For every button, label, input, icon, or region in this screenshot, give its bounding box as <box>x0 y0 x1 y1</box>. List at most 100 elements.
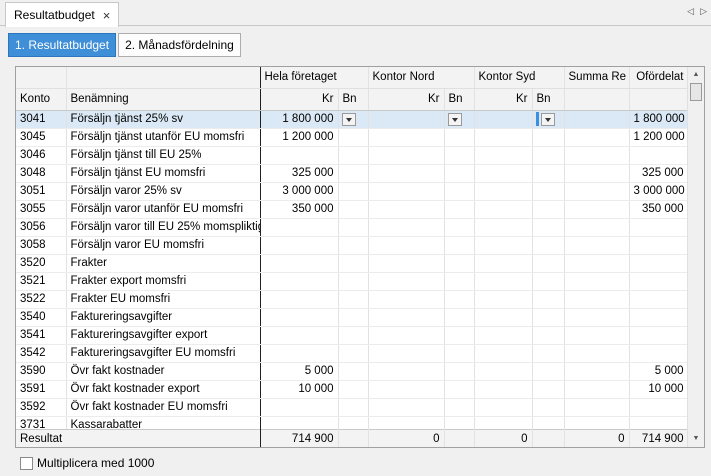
cell-nord-bn[interactable] <box>444 128 475 147</box>
cell-syd-kr[interactable] <box>474 290 533 309</box>
chevron-down-icon[interactable] <box>540 112 555 126</box>
cell-benamning[interactable]: Övr fakt kostnader EU momsfri <box>66 398 261 417</box>
chevron-down-icon[interactable] <box>341 112 356 126</box>
cell-summa[interactable] <box>564 398 630 417</box>
cell-hela-kr[interactable] <box>260 254 339 273</box>
cell-ofordelat[interactable]: 350 000 <box>629 200 689 219</box>
table-row[interactable]: 3058 Försäljn varor EU momsfri <box>16 236 689 255</box>
cell-nord-bn[interactable] <box>444 182 475 201</box>
cell-konto[interactable]: 3522 <box>16 290 67 309</box>
cell-syd-bn[interactable] <box>532 290 565 309</box>
cell-syd-kr[interactable] <box>474 236 533 255</box>
cell-syd-kr[interactable] <box>474 164 533 183</box>
cell-syd-kr[interactable] <box>474 326 533 345</box>
cell-syd-bn[interactable] <box>532 182 565 201</box>
cell-syd-bn[interactable] <box>532 236 565 255</box>
cell-nord-kr[interactable] <box>368 128 445 147</box>
cell-benamning[interactable]: Försäljn tjänst utanför EU momsfri <box>66 128 261 147</box>
cell-hela-bn[interactable] <box>338 272 369 291</box>
cell-nord-kr[interactable] <box>368 344 445 363</box>
cell-hela-bn[interactable] <box>338 308 369 327</box>
cell-nord-kr[interactable] <box>368 398 445 417</box>
cell-ofordelat[interactable] <box>629 254 689 273</box>
cell-nord-bn[interactable] <box>444 272 475 291</box>
cell-summa[interactable] <box>564 182 630 201</box>
cell-hela-kr[interactable] <box>260 398 339 417</box>
cell-hela-bn[interactable] <box>338 182 369 201</box>
cell-syd-bn[interactable] <box>532 272 565 291</box>
cell-syd-kr[interactable] <box>474 146 533 165</box>
cell-summa[interactable] <box>564 272 630 291</box>
cell-konto[interactable]: 3048 <box>16 164 67 183</box>
step-manadsfordelning-button[interactable]: 2. Månadsfördelning <box>118 33 241 57</box>
cell-konto[interactable]: 3591 <box>16 380 67 399</box>
cell-ofordelat[interactable]: 1 800 000 <box>629 110 689 129</box>
cell-benamning[interactable]: Frakter EU momsfri <box>66 290 261 309</box>
cell-hela-bn[interactable] <box>338 110 369 129</box>
cell-hela-bn[interactable] <box>338 344 369 363</box>
cell-syd-kr[interactable] <box>474 200 533 219</box>
cell-hela-kr[interactable] <box>260 272 339 291</box>
table-row[interactable]: 3590 Övr fakt kostnader 5 000 5 000 <box>16 362 689 381</box>
cell-konto[interactable]: 3055 <box>16 200 67 219</box>
scroll-down-icon[interactable]: ▼ <box>688 432 704 446</box>
table-row[interactable]: 3048 Försäljn tjänst EU momsfri 325 000 325… <box>16 164 689 183</box>
cell-summa[interactable] <box>564 146 630 165</box>
cell-konto[interactable]: 3058 <box>16 236 67 255</box>
cell-summa[interactable] <box>564 218 630 237</box>
cell-konto[interactable]: 3045 <box>16 128 67 147</box>
cell-ofordelat[interactable] <box>629 308 689 327</box>
close-icon[interactable]: × <box>103 9 111 22</box>
cell-syd-kr[interactable] <box>474 182 533 201</box>
table-row[interactable]: 3051 Försäljn varor 25% sv 3 000 000 3 000 … <box>16 182 689 201</box>
cell-ofordelat[interactable] <box>629 218 689 237</box>
cell-nord-bn[interactable] <box>444 200 475 219</box>
col-header-hela-kr[interactable]: Kr <box>260 88 339 111</box>
table-row[interactable]: 3055 Försäljn varor utanför EU momsfri 350… <box>16 200 689 219</box>
scroll-thumb[interactable] <box>690 83 702 101</box>
cell-summa[interactable] <box>564 290 630 309</box>
cell-hela-kr[interactable]: 325 000 <box>260 164 339 183</box>
cell-nord-kr[interactable] <box>368 308 445 327</box>
cell-ofordelat[interactable] <box>629 344 689 363</box>
cell-nord-kr[interactable] <box>368 182 445 201</box>
cell-syd-kr[interactable] <box>474 344 533 363</box>
cell-hela-bn[interactable] <box>338 128 369 147</box>
table-row[interactable]: 3541 Faktureringsavgifter export <box>16 326 689 345</box>
cell-benamning[interactable]: Försäljn varor 25% sv <box>66 182 261 201</box>
cell-syd-bn[interactable] <box>532 344 565 363</box>
cell-nord-kr[interactable] <box>368 164 445 183</box>
table-row[interactable]: 3041 Försäljn tjänst 25% sv 1 800 000 1 800… <box>16 110 689 129</box>
cell-hela-bn[interactable] <box>338 164 369 183</box>
col-header-syd-bn[interactable]: Bn <box>532 88 565 111</box>
cell-syd-kr[interactable] <box>474 362 533 381</box>
cell-benamning[interactable]: Faktureringsavgifter EU momsfri <box>66 344 261 363</box>
cell-hela-kr[interactable]: 3 000 000 <box>260 182 339 201</box>
vertical-scrollbar[interactable]: ▲ ▼ <box>687 67 704 447</box>
cell-nord-kr[interactable] <box>368 110 445 129</box>
cell-hela-kr[interactable]: 350 000 <box>260 200 339 219</box>
cell-hela-bn[interactable] <box>338 362 369 381</box>
cell-syd-kr[interactable] <box>474 398 533 417</box>
cell-syd-bn[interactable] <box>532 254 565 273</box>
cell-hela-bn[interactable] <box>338 146 369 165</box>
cell-benamning[interactable]: Övr fakt kostnader <box>66 362 261 381</box>
cell-ofordelat[interactable] <box>629 290 689 309</box>
cell-konto[interactable]: 3540 <box>16 308 67 327</box>
cell-summa[interactable] <box>564 344 630 363</box>
cell-syd-kr[interactable] <box>474 272 533 291</box>
cell-hela-kr[interactable] <box>260 218 339 237</box>
cell-summa[interactable] <box>564 254 630 273</box>
cell-summa[interactable] <box>564 236 630 255</box>
cell-nord-kr[interactable] <box>368 218 445 237</box>
cell-konto[interactable]: 3541 <box>16 326 67 345</box>
cell-konto[interactable]: 3046 <box>16 146 67 165</box>
step-resultatbudget-button[interactable]: 1. Resultatbudget <box>8 33 117 57</box>
cell-nord-bn[interactable] <box>444 218 475 237</box>
cell-benamning[interactable]: Försäljn tjänst 25% sv <box>66 110 261 129</box>
cell-nord-bn[interactable] <box>444 254 475 273</box>
cell-syd-bn[interactable] <box>532 164 565 183</box>
cell-syd-bn[interactable] <box>532 380 565 399</box>
cell-ofordelat[interactable]: 10 000 <box>629 380 689 399</box>
cell-nord-kr[interactable] <box>368 380 445 399</box>
